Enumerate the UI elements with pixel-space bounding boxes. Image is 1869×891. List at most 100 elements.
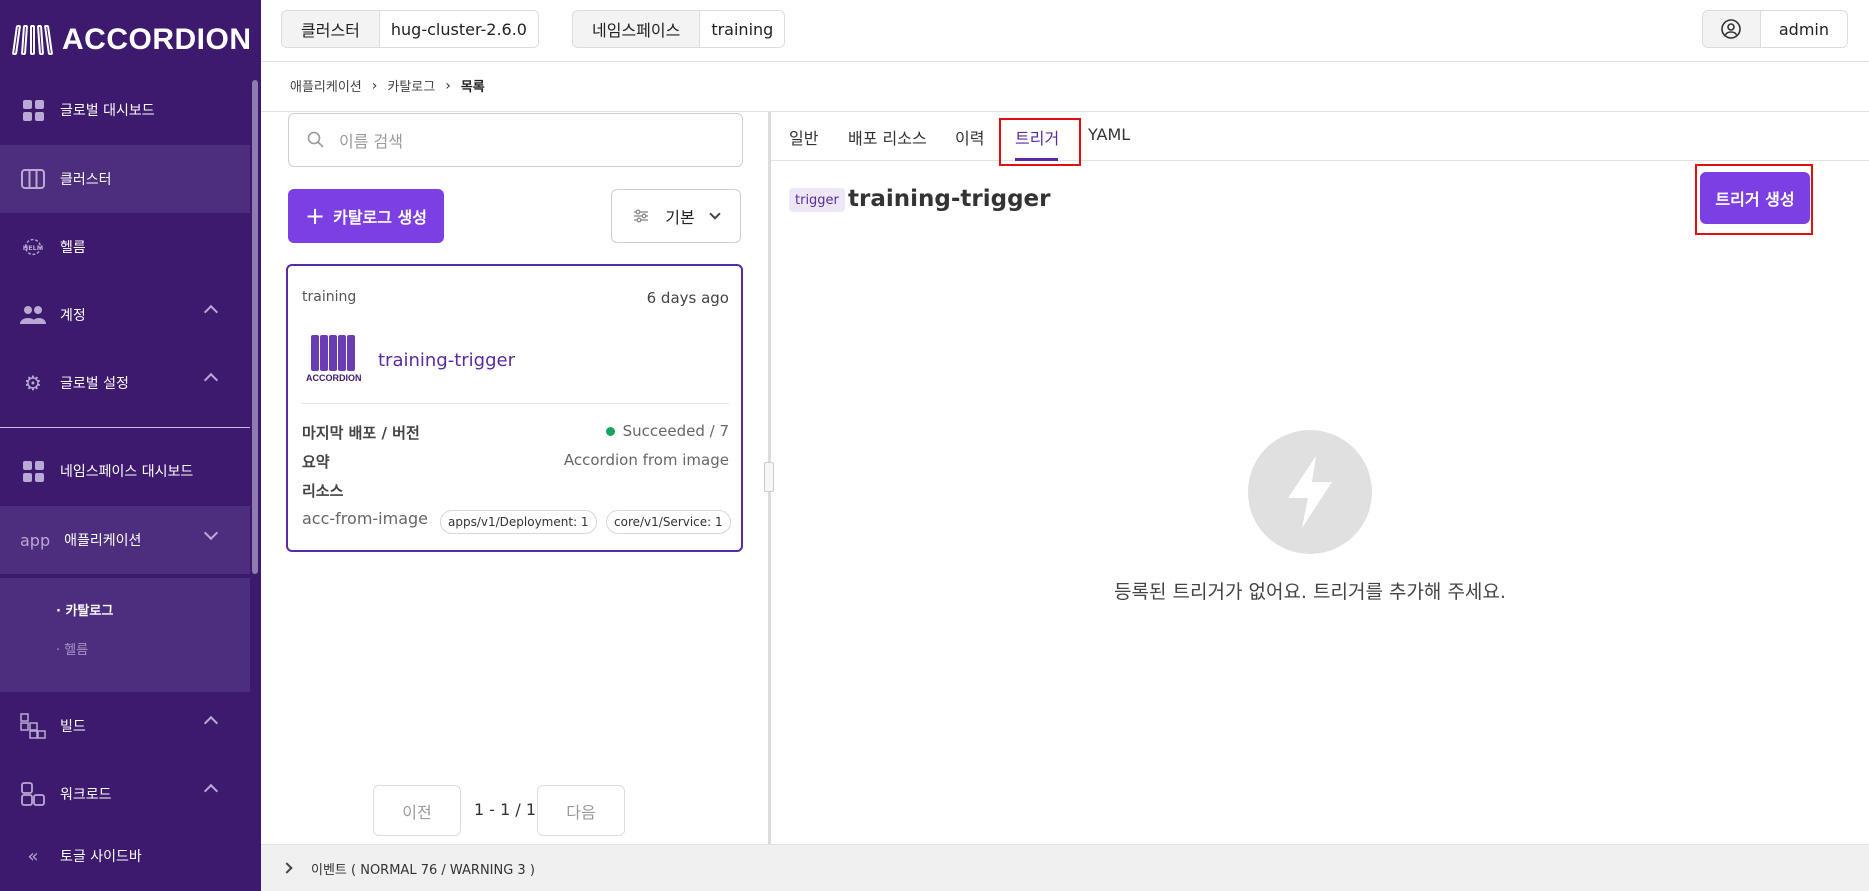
highlight-box-tab xyxy=(999,118,1081,166)
sidebar-subitem-helm[interactable]: · 헬름 xyxy=(56,639,88,658)
catalog-card[interactable]: training 6 days ago ACCORDION training-t… xyxy=(286,264,743,552)
chevron-up-icon xyxy=(203,304,219,320)
sidebar-item-global-dashboard[interactable]: 글로벌 대시보드 xyxy=(0,76,250,144)
sidebar-divider xyxy=(0,427,250,428)
chevron-right-icon: › xyxy=(445,77,451,94)
logo-text: ACCORDION xyxy=(62,22,252,56)
chevron-up-icon xyxy=(203,715,219,731)
detail-tabs: 일반 배포 리소스 이력 트리거 YAML xyxy=(771,112,1869,161)
sort-label: 기본 xyxy=(665,208,695,227)
resources-label: 리소스 xyxy=(302,482,344,500)
detail-title: training-trigger xyxy=(848,186,1051,212)
accordion-logo-icon: ACCORDION xyxy=(306,335,362,385)
sidebar-item-account[interactable]: 계정 xyxy=(0,281,250,349)
chevron-down-icon xyxy=(203,525,219,541)
helm-icon: HELM xyxy=(20,234,46,260)
breadcrumb-current: 목록 xyxy=(460,80,485,95)
filter-sliders-icon xyxy=(634,209,649,223)
gear-icon: ⚙ xyxy=(24,371,42,395)
sidebar-item-label: 워크로드 xyxy=(60,787,112,803)
chevron-down-icon xyxy=(709,208,721,220)
sidebar-scrollbar[interactable] xyxy=(252,80,258,574)
create-catalog-label: 카탈로그 생성 xyxy=(333,208,427,227)
svg-text:HELM: HELM xyxy=(23,244,44,252)
user-name: admin xyxy=(1778,19,1829,39)
double-chevron-left-icon: « xyxy=(27,845,39,867)
summary-value: Accordion from image xyxy=(563,451,729,469)
search-input[interactable]: 이름 검색 xyxy=(288,113,743,167)
sidebar-item-helm[interactable]: HELM 헬름 xyxy=(0,213,250,281)
columns-icon xyxy=(20,166,46,192)
tab-yaml[interactable]: YAML xyxy=(1088,125,1130,144)
sidebar-item-label: 네임스페이스 대시보드 xyxy=(60,464,194,480)
card-namespace: training xyxy=(302,289,357,305)
card-logo-text: ACCORDION xyxy=(306,373,362,383)
sidebar-subnav: · 카탈로그 · 헬름 xyxy=(0,578,250,692)
build-icon xyxy=(20,713,46,739)
event-bar[interactable]: 이벤트 ( NORMAL 76 / WARNING 3 ) xyxy=(261,844,1869,891)
card-divider xyxy=(302,403,729,404)
summary-label: 요약 xyxy=(302,453,330,471)
sidebar-toggle[interactable]: « 토글 사이드바 xyxy=(0,823,250,889)
create-catalog-button[interactable]: + 카탈로그 생성 xyxy=(288,189,444,243)
card-title[interactable]: training-trigger xyxy=(378,350,515,371)
tab-general[interactable]: 일반 xyxy=(789,125,818,149)
accordion-logo-icon xyxy=(10,23,54,57)
workload-icon xyxy=(20,781,46,807)
sidebar-item-label: 클러스터 xyxy=(60,172,112,188)
topbar: 클러스터 hug-cluster-2.6.0 네임스페이스 training a… xyxy=(261,0,1869,62)
search-placeholder: 이름 검색 xyxy=(339,132,403,151)
splitter-handle[interactable] xyxy=(764,462,774,492)
sidebar-item-namespace-dashboard[interactable]: 네임스페이스 대시보드 xyxy=(0,437,250,505)
empty-state-icon xyxy=(1248,430,1372,554)
chevron-up-icon xyxy=(203,372,219,388)
sidebar-item-global-settings[interactable]: ⚙ 글로벌 설정 xyxy=(0,349,250,417)
tab-deploy-resources[interactable]: 배포 리소스 xyxy=(848,125,927,149)
sidebar-item-label: 빌드 xyxy=(60,719,86,735)
last-deploy-label: 마지막 배포 / 버전 xyxy=(302,424,420,442)
grid-icon xyxy=(20,97,46,123)
cluster-selector[interactable]: 클러스터 hug-cluster-2.6.0 xyxy=(281,10,539,48)
sidebar-item-application[interactable]: app 애플리케이션 xyxy=(0,506,250,574)
sort-dropdown[interactable]: 기본 xyxy=(611,189,741,243)
sidebar-item-workload[interactable]: 워크로드 xyxy=(0,760,250,828)
resource-type-chip: trigger xyxy=(789,188,845,212)
sidebar-item-cluster[interactable]: 클러스터 xyxy=(0,145,250,213)
sidebar-subitem-catalog[interactable]: · 카탈로그 xyxy=(56,600,113,619)
event-summary: 이벤트 ( NORMAL 76 / WARNING 3 ) xyxy=(311,862,535,878)
sidebar-item-build[interactable]: 빌드 xyxy=(0,692,250,760)
cluster-value: hug-cluster-2.6.0 xyxy=(379,11,538,47)
namespace-label: 네임스페이스 xyxy=(573,11,701,47)
resource-tag: core/v1/Service: 1 xyxy=(606,510,731,534)
sidebar-item-label: 글로벌 대시보드 xyxy=(60,103,155,119)
users-icon xyxy=(20,302,46,328)
user-menu[interactable]: admin xyxy=(1701,10,1848,48)
breadcrumb-item[interactable]: 애플리케이션 xyxy=(290,76,362,95)
resource-name: acc-from-image xyxy=(302,509,429,528)
search-icon xyxy=(307,131,324,148)
sidebar: ACCORDION 글로벌 대시보드 클러스터 HELM 헬름 계정 ⚙ 글로벌… xyxy=(0,0,261,891)
cluster-label: 클러스터 xyxy=(282,11,380,47)
grid-icon xyxy=(20,458,46,484)
chevron-up-icon xyxy=(203,783,219,799)
prev-page-button[interactable]: 이전 xyxy=(373,785,461,836)
chevron-right-icon xyxy=(281,862,293,874)
status-dot xyxy=(605,427,615,436)
app-text-icon: app xyxy=(20,530,51,550)
sidebar-toggle-label: 토글 사이드바 xyxy=(60,849,142,865)
namespace-selector[interactable]: 네임스페이스 training xyxy=(572,10,786,48)
next-page-button[interactable]: 다음 xyxy=(537,785,625,836)
app-logo[interactable]: ACCORDION xyxy=(0,0,261,79)
sidebar-item-label: 계정 xyxy=(60,308,86,324)
lightning-icon xyxy=(1288,456,1332,528)
last-deploy-value: Succeeded / 7 xyxy=(622,422,729,440)
last-deploy-status: Succeeded / 7 xyxy=(605,422,729,440)
card-age: 6 days ago xyxy=(646,289,729,307)
sidebar-item-label: 글로벌 설정 xyxy=(60,376,129,392)
sidebar-item-label: 헬름 xyxy=(60,240,86,256)
tab-history[interactable]: 이력 xyxy=(955,125,984,149)
user-icon xyxy=(1702,11,1761,47)
breadcrumb: 애플리케이션 › 카탈로그 › 목록 xyxy=(290,76,485,96)
plus-icon: + xyxy=(305,202,326,230)
breadcrumb-item[interactable]: 카탈로그 xyxy=(387,76,435,95)
